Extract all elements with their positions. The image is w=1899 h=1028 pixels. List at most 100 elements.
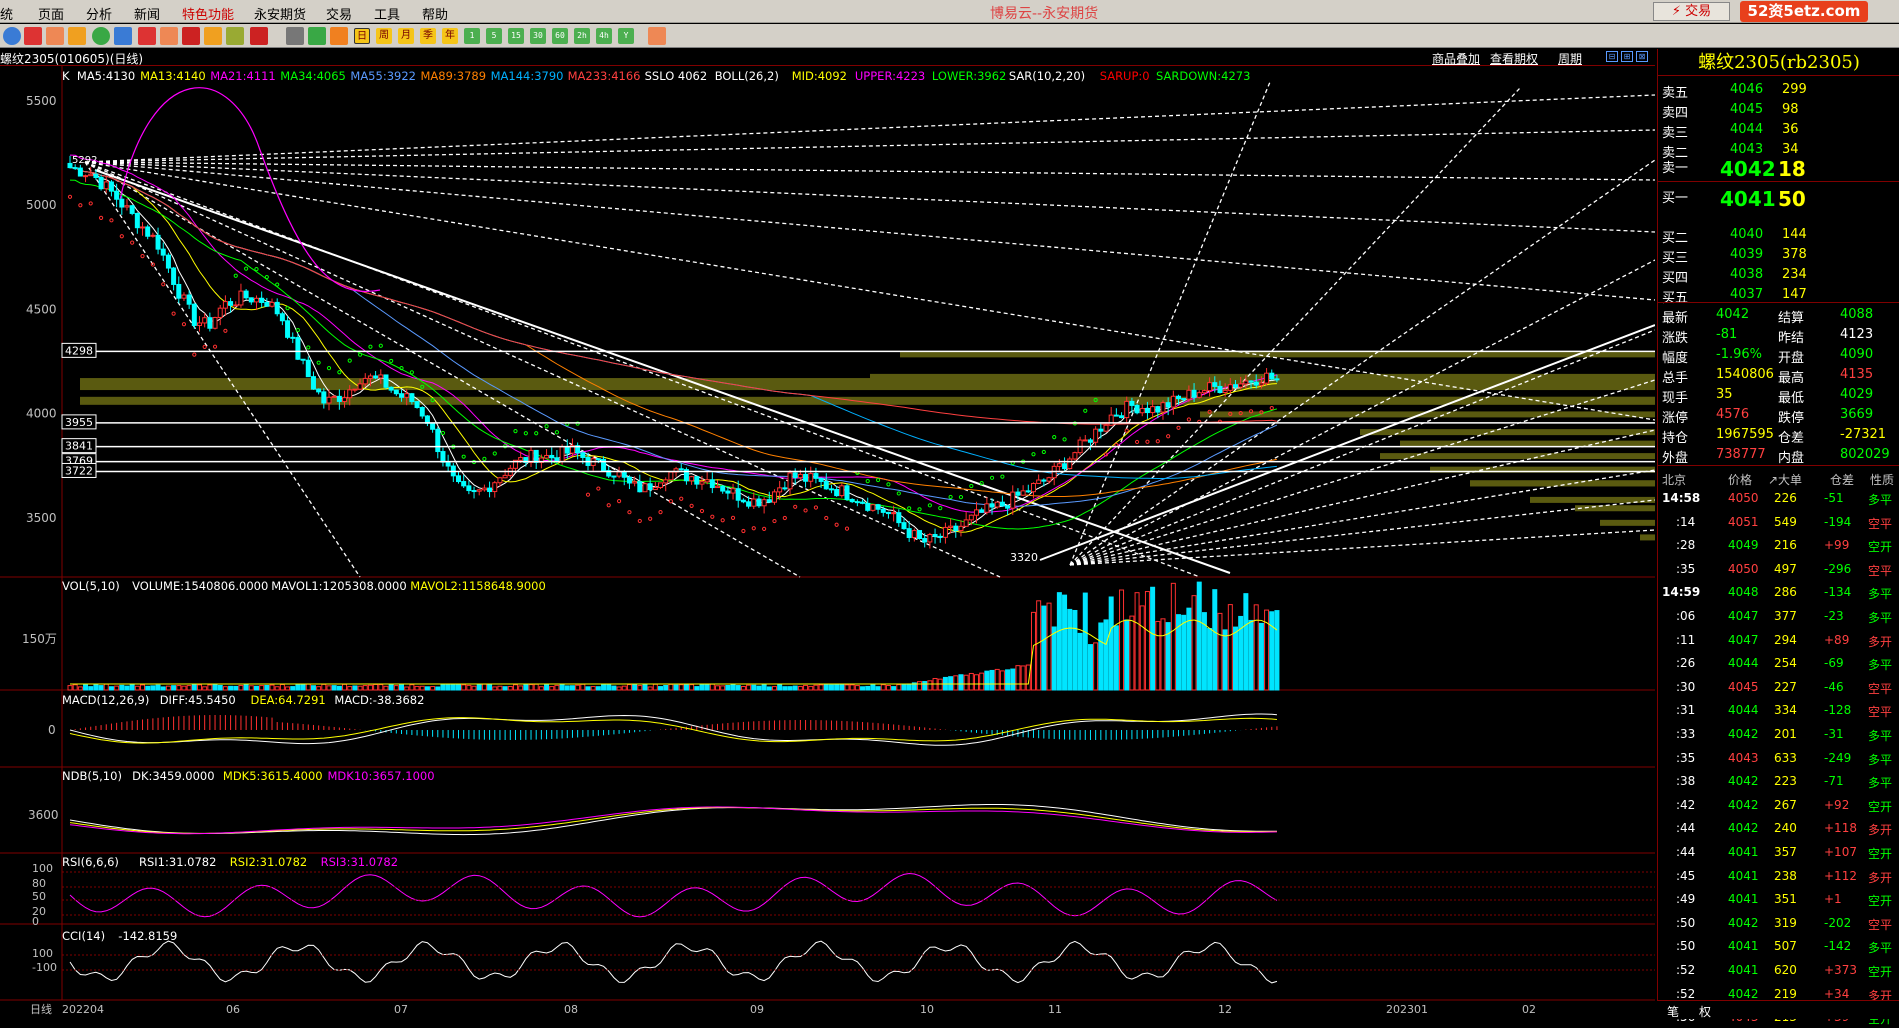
price-tag: 4298: [65, 344, 93, 357]
ask-row: 卖四 4045 98: [1658, 100, 1899, 121]
candle-body: [901, 522, 907, 530]
overlay-products-link[interactable]: 商品叠加: [1432, 50, 1480, 67]
period-30min-button[interactable]: 30: [530, 28, 546, 44]
candle-body: [994, 501, 1000, 508]
candle-body: [207, 317, 213, 329]
period-15min-button[interactable]: 15: [508, 28, 524, 44]
volume-bar: [1051, 626, 1057, 691]
period-custom-button[interactable]: Y: [618, 28, 634, 44]
close-icon[interactable]: ⊠: [1636, 51, 1648, 62]
candle-body: [243, 290, 249, 299]
candle-body: [709, 479, 715, 489]
menu-system[interactable]: 统: [0, 4, 13, 23]
kline-chart[interactable]: 42983955384137693722 K MA5:4130 MA13:4140 M…: [0, 66, 1655, 1019]
kline-icon[interactable]: [330, 27, 348, 45]
trophy-icon[interactable]: [226, 27, 244, 45]
rsi-axis-label: 100: [32, 862, 53, 875]
draw-line-icon[interactable]: [250, 27, 268, 45]
order-book-divider: [1658, 181, 1899, 182]
indicator-label: SARDOWN:4273: [1156, 69, 1250, 83]
calendar-icon[interactable]: [648, 27, 666, 45]
volume-bar: [1036, 600, 1042, 691]
ndb-axis-label: 3600: [28, 808, 59, 822]
candle-body: [383, 374, 389, 388]
volume-bar: [316, 686, 322, 691]
tick-time: :50: [1676, 915, 1696, 930]
candle-body: [984, 503, 990, 513]
bar-chart-icon[interactable]: [308, 27, 326, 45]
period-year-button[interactable]: 年: [442, 28, 458, 44]
pen-icon[interactable]: [204, 27, 222, 45]
candle-body: [777, 487, 783, 493]
candle-body: [813, 473, 819, 479]
period-link[interactable]: 周期: [1558, 50, 1582, 67]
bottom-tabs: 笔 权: [1657, 1000, 1899, 1019]
period-2h-button[interactable]: 2h: [574, 28, 590, 44]
menu-yongan[interactable]: 永安期货: [254, 4, 306, 23]
minute-chart-icon[interactable]: [138, 27, 156, 45]
volume-bar: [1093, 642, 1099, 691]
macd-axis-label: 0: [48, 723, 56, 737]
quote-list-icon[interactable]: [46, 27, 64, 45]
volume-bar: [601, 684, 607, 691]
tab-rights[interactable]: 权: [1699, 1003, 1711, 1020]
indicator-label: MA34:4065: [280, 69, 346, 83]
back-icon[interactable]: [3, 27, 21, 45]
tick-time: :45: [1676, 868, 1696, 883]
expand-icon[interactable]: ⊞: [1621, 51, 1633, 62]
volume-bar: [279, 684, 285, 691]
tick-row: :28 4049 216 +99 空开: [1658, 534, 1899, 556]
candle-body: [77, 167, 83, 177]
tick-price: 4045: [1728, 679, 1759, 694]
menu-features[interactable]: 特色功能: [182, 4, 234, 23]
stat-value: 802029: [1840, 447, 1890, 462]
shrink-icon[interactable]: ⊟: [1606, 51, 1618, 62]
period-4h-button[interactable]: 4h: [596, 28, 612, 44]
volume-bar: [694, 686, 700, 691]
tick-time: :44: [1676, 845, 1696, 859]
volume-bar: [124, 685, 130, 691]
stat-label: 开盘: [1778, 351, 1805, 366]
stat-value: 1967595: [1716, 427, 1774, 442]
view-options-link[interactable]: 查看期权: [1490, 50, 1538, 67]
arrow-right-icon[interactable]: [114, 27, 132, 45]
menu-page[interactable]: 页面: [38, 4, 64, 23]
period-1min-button[interactable]: 1: [464, 28, 480, 44]
period-60min-button[interactable]: 60: [552, 28, 568, 44]
trade-button[interactable]: ⚡ 交易: [1653, 2, 1730, 21]
volume-bar: [740, 685, 746, 691]
tick-nature: 多平: [1868, 611, 1893, 625]
flag-icon[interactable]: [160, 27, 178, 45]
stat-value: 4576: [1716, 407, 1750, 422]
candle-body: [953, 525, 959, 532]
tab-ticks[interactable]: 笔: [1667, 1003, 1679, 1020]
period-month-button[interactable]: 月: [398, 28, 414, 44]
menu-news[interactable]: 新闻: [134, 4, 160, 23]
ask-volume: 34: [1782, 142, 1799, 157]
period-week-button[interactable]: 周: [376, 28, 392, 44]
candle-body: [1253, 381, 1259, 386]
home-icon[interactable]: [24, 27, 42, 45]
volume-bar: [1134, 592, 1140, 691]
candle-body: [186, 294, 192, 305]
tick-oi-change: +1: [1824, 892, 1842, 907]
period-day-button[interactable]: 日: [354, 28, 370, 44]
red-flag-icon[interactable]: [182, 27, 200, 45]
tick-volume: 319: [1774, 915, 1797, 930]
candle-body: [88, 173, 94, 177]
period-quarter-button[interactable]: 季: [420, 28, 436, 44]
refresh-icon[interactable]: [92, 27, 110, 45]
candle-body: [357, 383, 363, 390]
menu-tools[interactable]: 工具: [374, 4, 400, 23]
candle-body: [1264, 372, 1270, 384]
candle-body: [715, 485, 720, 489]
table-icon[interactable]: [286, 27, 304, 45]
menu-analysis[interactable]: 分析: [86, 4, 112, 23]
period-5min-button[interactable]: 5: [486, 28, 502, 44]
menu-trade[interactable]: 交易: [326, 4, 352, 23]
volume-bar: [362, 685, 368, 691]
date-axis-label: 02: [1522, 1003, 1536, 1016]
f10-icon[interactable]: [68, 27, 86, 45]
tick-nature: 多平: [1868, 729, 1893, 743]
menu-help[interactable]: 帮助: [422, 4, 448, 23]
